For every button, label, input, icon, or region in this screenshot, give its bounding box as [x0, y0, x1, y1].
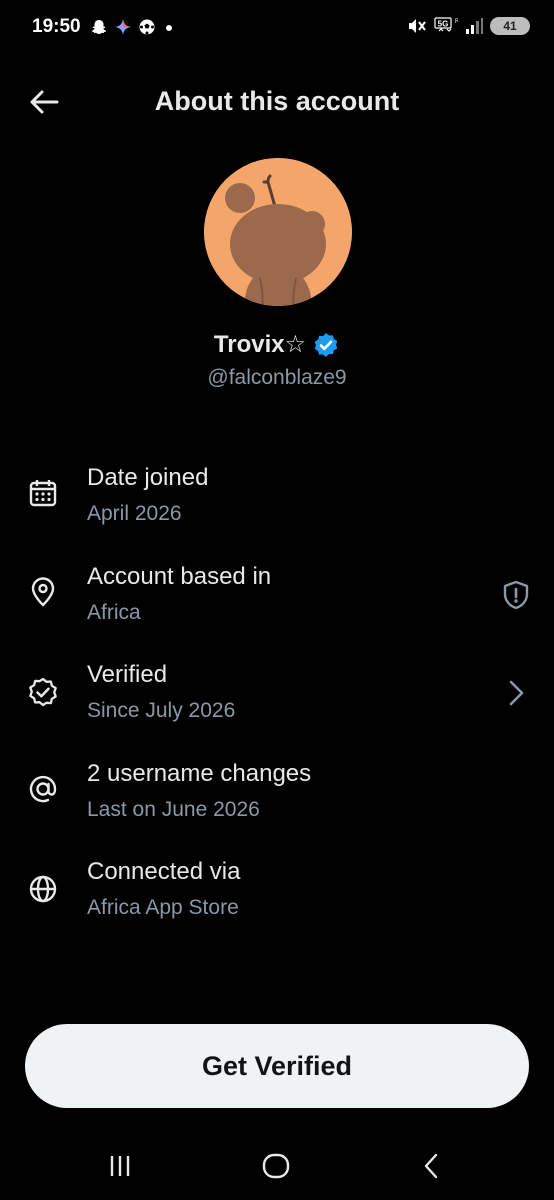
- battery-indicator: 41: [490, 17, 530, 35]
- account-based-value: Africa: [87, 601, 141, 624]
- system-nav-bar: [0, 1130, 554, 1200]
- info-verified[interactable]: Verified Since July 2026: [0, 657, 554, 737]
- info-account-based: Account based in Africa: [0, 559, 554, 639]
- snapchat-icon: [91, 20, 107, 34]
- connected-via-value: Africa App Store: [87, 896, 239, 919]
- back-icon[interactable]: [410, 1148, 454, 1184]
- status-left-icons: [90, 18, 176, 36]
- status-bar: 19:50 5G R 41: [0, 0, 554, 58]
- info-username-changes: 2 username changes Last on June 2026: [0, 756, 554, 836]
- verified-check-icon: [314, 332, 338, 357]
- date-joined-value: April 2026: [87, 502, 182, 525]
- globe-icon: [24, 870, 62, 908]
- date-joined-title: Date joined: [87, 464, 209, 491]
- at-icon: [24, 770, 62, 808]
- recent-apps-icon[interactable]: [98, 1148, 142, 1184]
- display-name: Trovix☆: [213, 331, 307, 358]
- handle: @falconblaze9: [207, 366, 347, 389]
- chevron-right-icon[interactable]: [498, 675, 534, 711]
- header: About this account: [0, 70, 554, 134]
- verified-value: Since July 2026: [87, 699, 236, 722]
- verified-title: Verified: [87, 661, 168, 688]
- dot-icon: [166, 25, 172, 31]
- username-changes-value: Last on June 2026: [87, 798, 260, 821]
- status-time: 19:50: [32, 16, 81, 37]
- display-name-row: Trovix☆: [0, 330, 554, 359]
- avatar[interactable]: [204, 158, 352, 306]
- svg-text:5G: 5G: [438, 20, 449, 29]
- reddit-snoo-icon: [204, 158, 352, 306]
- soccer-ball-icon: [139, 19, 155, 35]
- account-based-title: Account based in: [87, 563, 272, 590]
- home-icon[interactable]: [254, 1148, 298, 1184]
- info-date-joined: Date joined April 2026: [0, 460, 554, 540]
- signal-icon: [466, 18, 483, 34]
- calendar-icon: [24, 474, 62, 512]
- 5g-icon: 5G R: [434, 17, 458, 32]
- connected-via-title: Connected via: [87, 858, 241, 885]
- shield-alert-icon[interactable]: [498, 577, 534, 613]
- page-title: About this account: [154, 86, 400, 116]
- mute-icon: [409, 19, 426, 33]
- status-right-icons: 5G R 41: [406, 16, 530, 36]
- username-changes-title: 2 username changes: [87, 760, 312, 787]
- gemini-icon: [115, 19, 131, 35]
- get-verified-button[interactable]: Get Verified: [25, 1024, 529, 1108]
- location-pin-icon: [24, 573, 62, 611]
- battery-level: 41: [503, 19, 517, 33]
- verified-badge-icon: [24, 673, 62, 711]
- info-connected-via: Connected via Africa App Store: [0, 854, 554, 934]
- svg-text:R: R: [455, 19, 458, 25]
